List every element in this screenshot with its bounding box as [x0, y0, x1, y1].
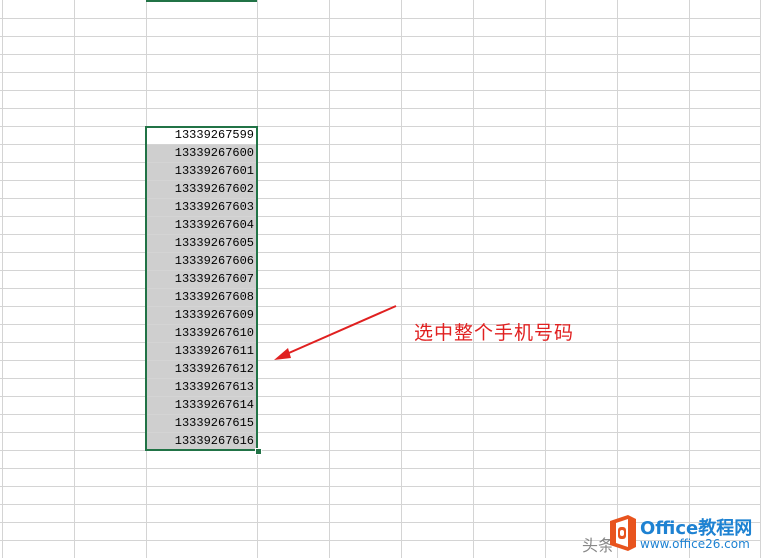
annotation-arrow [274, 305, 397, 360]
arrow-line [281, 305, 397, 357]
arrow-head [274, 348, 291, 360]
office-logo-icon [610, 515, 636, 551]
annotation-text: 选中整个手机号码 [414, 322, 575, 344]
watermark: 头条 Office教程网 www.office26.com [580, 510, 760, 558]
watermark-url: www.office26.com [640, 537, 750, 551]
